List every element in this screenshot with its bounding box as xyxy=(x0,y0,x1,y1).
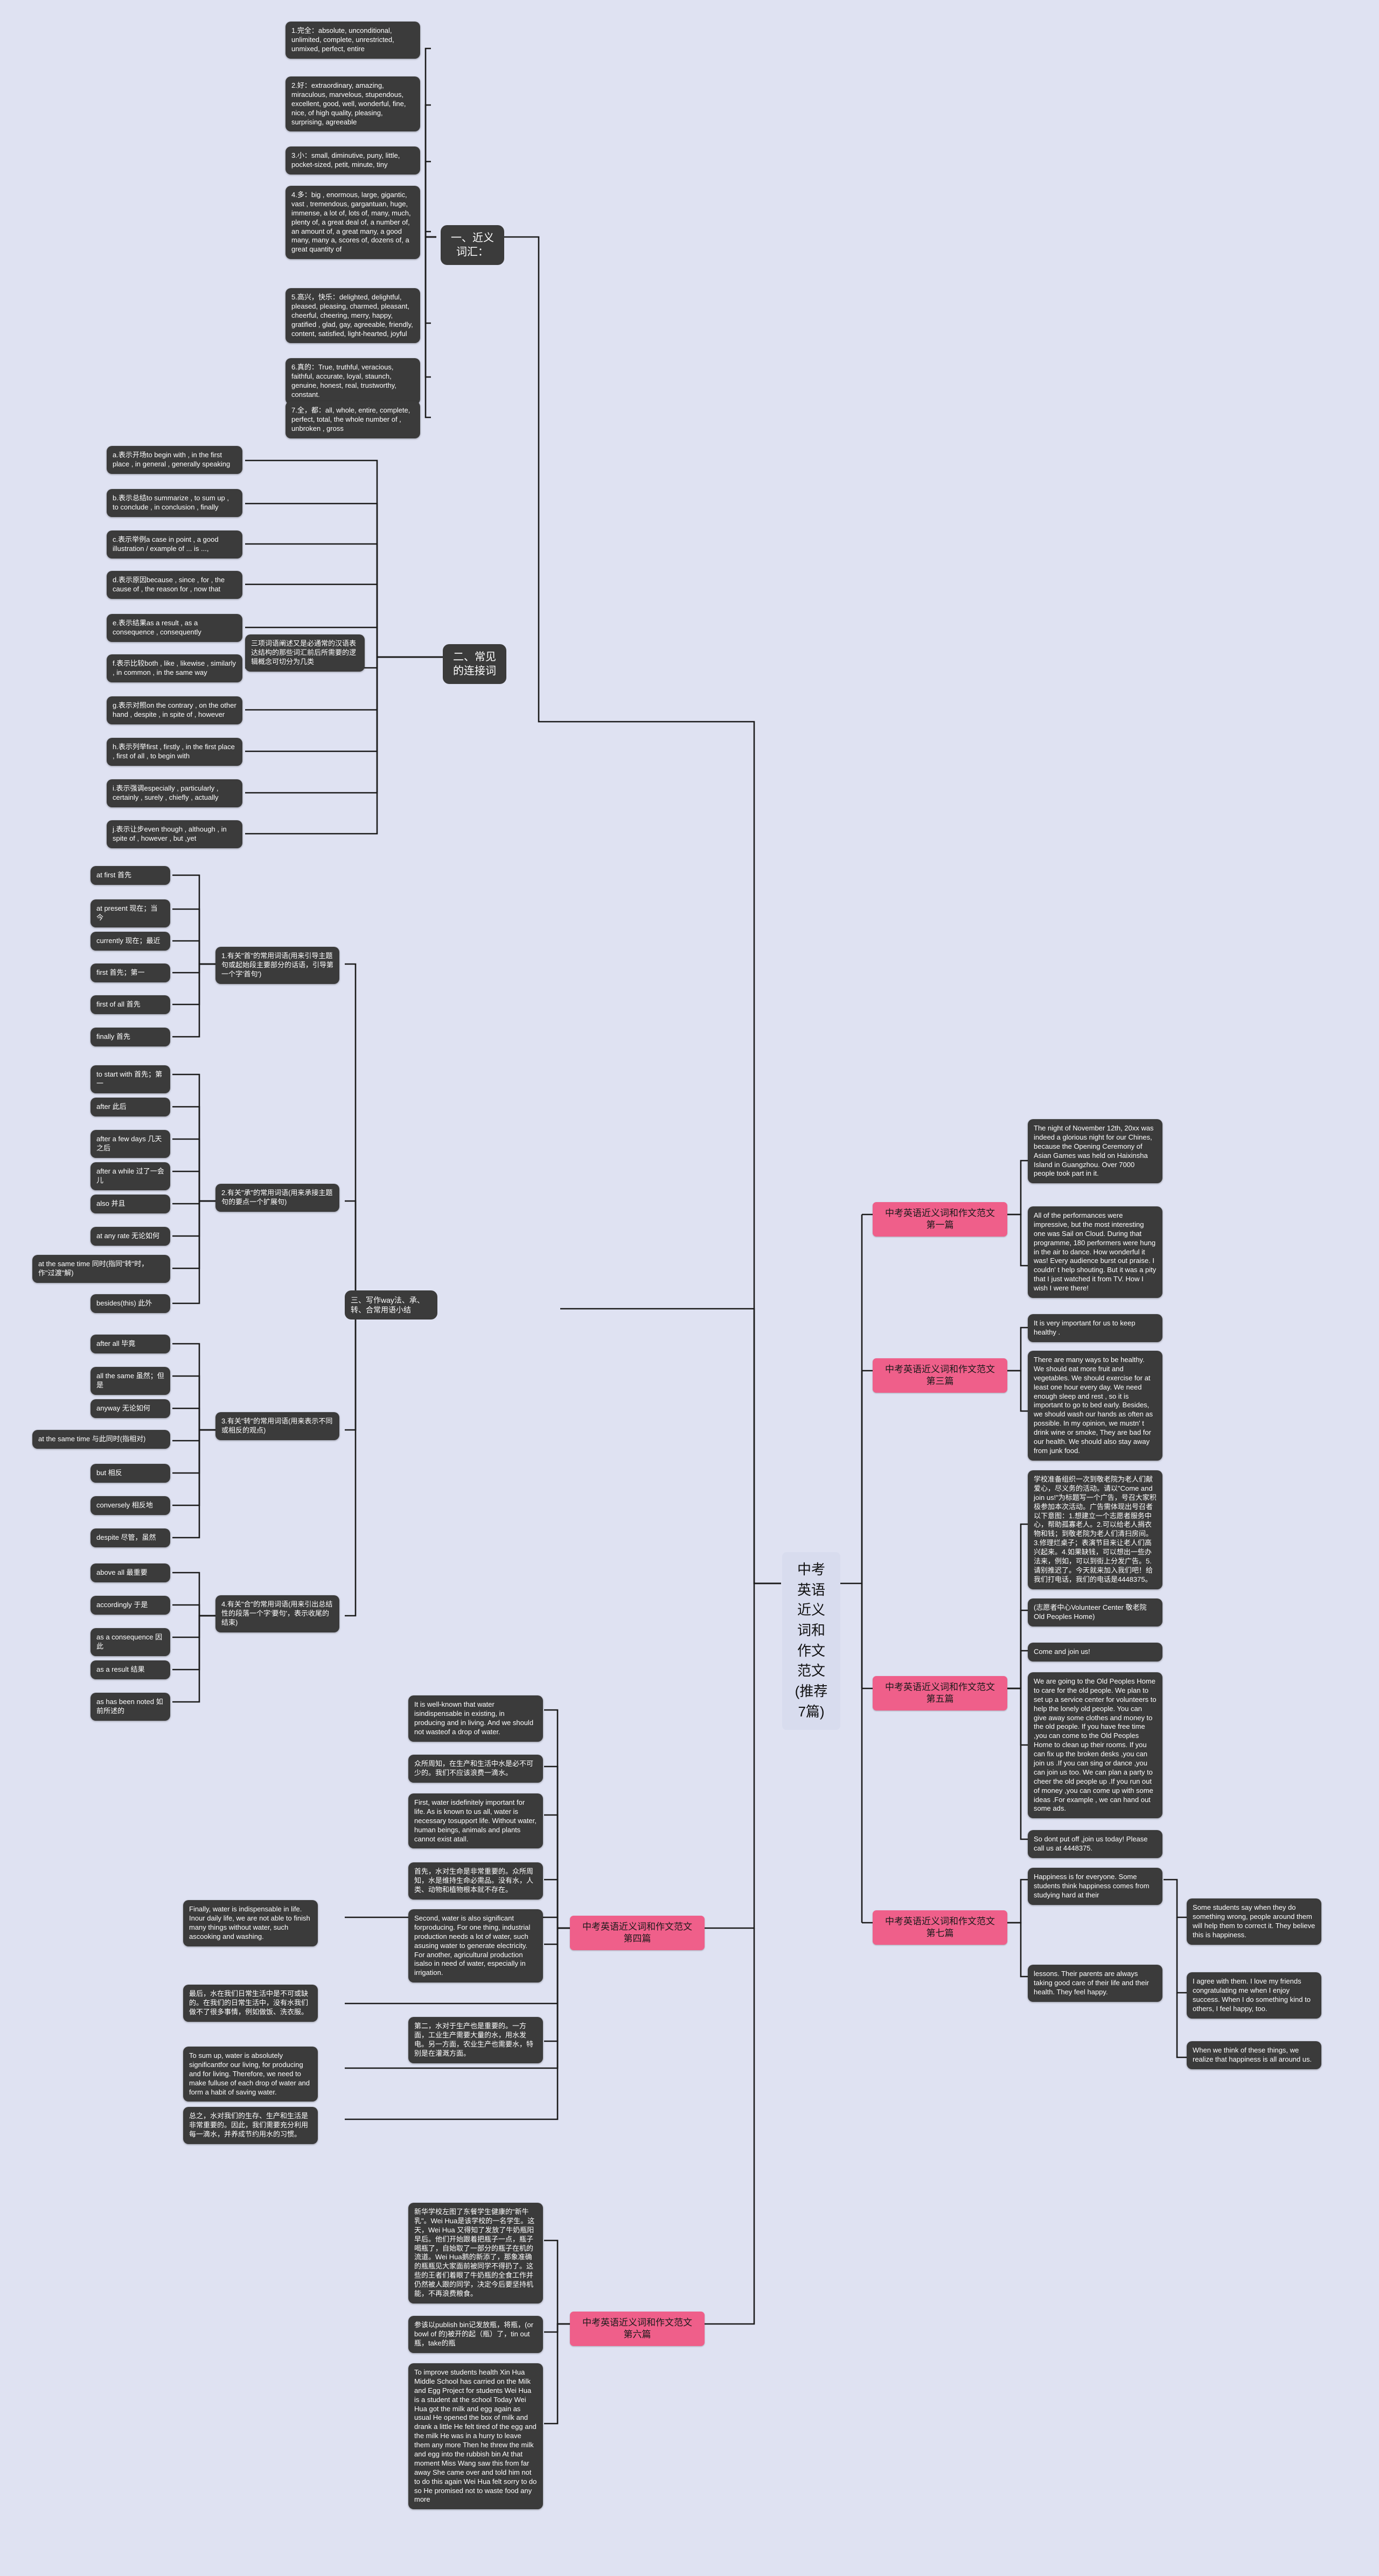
synonym-node[interactable]: 6.真的：True, truthful, veracious, faithful… xyxy=(285,358,420,404)
connector-layer xyxy=(172,47,1188,2425)
writing-item[interactable]: as a consequence 因此 xyxy=(90,1628,170,1656)
synonym-node[interactable]: 3.小：small, diminutive, puny, little, poc… xyxy=(285,146,420,174)
essay-paragraph[interactable]: There are many ways to be healthy. We sh… xyxy=(1028,1351,1162,1461)
essay-label-1[interactable]: 中考英语近义词和作文范文 第一篇 xyxy=(873,1202,1007,1237)
essay-paragraph[interactable]: To sum up, water is absolutely significa… xyxy=(183,2047,318,2102)
essay-paragraph[interactable]: 首先，水对生命是非常重要的。众所周知，水是维持生命必需品。没有水，人类、动物和植… xyxy=(408,1862,543,1900)
writing-item[interactable]: besides(this) 此外 xyxy=(90,1294,170,1313)
writing-item[interactable]: finally 首先 xyxy=(90,1028,170,1046)
connectives-summary-node[interactable]: 三项词语阐述又是必通常的汉语表达结构的那些词汇前后所需要的逻辑概念可切分为几类 xyxy=(245,634,365,672)
branch-label-connectives[interactable]: 二、常见的连接词 xyxy=(443,644,506,684)
writing-item[interactable]: but 相反 xyxy=(90,1464,170,1483)
essay-paragraph[interactable]: All of the performances were impressive,… xyxy=(1028,1206,1162,1299)
root-node[interactable]: 中考英语近义词和作文范文(推荐7篇) xyxy=(782,1552,840,1730)
essay-paragraph[interactable]: Happiness is for everyone. Some students… xyxy=(1028,1868,1162,1905)
writing-item[interactable]: despite 尽管，虽然 xyxy=(90,1528,170,1547)
connective-node[interactable]: i.表示强调especially , particularly , certai… xyxy=(107,779,242,807)
writing-item[interactable]: after 此后 xyxy=(90,1098,170,1116)
essay-paragraph[interactable]: 新华学校左图了东餐学生健康的"新牛乳"。Wei Hua是该学校的一名学生。这天，… xyxy=(408,2203,543,2303)
writing-item[interactable]: to start with 首先；第一 xyxy=(90,1065,170,1093)
essay-paragraph[interactable]: 学校准备组织一次到敬老院为老人们献爱心，尽义务的活动。请以"Come and j… xyxy=(1028,1470,1162,1589)
writing-item[interactable]: anyway 无论如何 xyxy=(90,1399,170,1418)
writing-item[interactable]: at first 首先 xyxy=(90,866,170,885)
synonym-node[interactable]: 7.全，都：all, whole, entire, complete, perf… xyxy=(285,401,420,438)
essay-paragraph[interactable]: We are going to the Old Peoples Home to … xyxy=(1028,1672,1162,1819)
writing-group-heading[interactable]: 1.有关"首"的常用词语(用来引导主题句或起始段主要部分的话语，引导第一个字'首… xyxy=(215,947,339,984)
writing-group-heading[interactable]: 2.有关"承"的常用词语(用来承接主题句的要点一个扩展句) xyxy=(215,1184,339,1212)
writing-item[interactable]: currently 现在；最近 xyxy=(90,932,170,951)
essay-paragraph[interactable]: First, water isdefinitely important for … xyxy=(408,1793,543,1849)
writing-item[interactable]: after all 毕竟 xyxy=(90,1335,170,1353)
branch-label-synonyms[interactable]: 一、近义词汇： xyxy=(441,225,504,265)
essay-paragraph[interactable]: It is very important for us to keep heal… xyxy=(1028,1314,1162,1342)
connective-node[interactable]: j.表示让步even though , although , in spite … xyxy=(107,820,242,848)
synonym-node[interactable]: 4.多：big , enormous, large, gigantic, vas… xyxy=(285,186,420,260)
writing-item[interactable]: conversely 相反地 xyxy=(90,1496,170,1515)
synonym-node[interactable]: 1.完全：absolute, unconditional, unlimited,… xyxy=(285,22,420,59)
essay-paragraph[interactable]: Finally, water is indispensable in life.… xyxy=(183,1900,318,1946)
writing-group-heading[interactable]: 4.有关"合"的常用词语(用来引出总结性的段落一个字'要句'，表示收尾的结束) xyxy=(215,1595,339,1632)
essay-paragraph[interactable]: 众所周知，在生产和生活中水是必不可少的。我们不应该浪费一滴水。 xyxy=(408,1755,543,1783)
writing-item[interactable]: as has been noted 如前所述的 xyxy=(90,1693,170,1721)
writing-item[interactable]: first of all 首先 xyxy=(90,995,170,1014)
writing-item[interactable]: as a result 结果 xyxy=(90,1660,170,1679)
writing-item[interactable]: all the same 虽然；但是 xyxy=(90,1367,170,1395)
writing-group-heading[interactable]: 3.有关"转"的常用词语(用来表示不同或相反的观点) xyxy=(215,1412,339,1440)
essay-subparagraph[interactable]: When we think of these things, we realiz… xyxy=(1187,2041,1321,2069)
essay-paragraph[interactable]: Come and join us! xyxy=(1028,1643,1162,1662)
connective-node[interactable]: g.表示对照on the contrary , on the other han… xyxy=(107,696,242,724)
essay-label-7[interactable]: 中考英语近义词和作文范文 第七篇 xyxy=(873,1910,1007,1945)
connective-node[interactable]: a.表示开场to begin with , in the first place… xyxy=(107,446,242,474)
essay-subparagraph[interactable]: Some students say when they do something… xyxy=(1187,1898,1321,1945)
connective-node[interactable]: f.表示比较both , like , likewise , similarly… xyxy=(107,654,242,682)
essay-paragraph[interactable]: The night of November 12th, 20xx was ind… xyxy=(1028,1119,1162,1184)
essay-label-5[interactable]: 中考英语近义词和作文范文 第五篇 xyxy=(873,1676,1007,1711)
connective-node[interactable]: c.表示举例a case in point , a good illustrat… xyxy=(107,530,242,559)
writing-item[interactable]: at the same time 与此同时(指相对) xyxy=(32,1430,170,1449)
essay-paragraph[interactable]: 参该以publish bin记发放瓶，将瓶，(or bowl of 的)被开的起… xyxy=(408,2316,543,2353)
essay-paragraph[interactable]: 总之，水对我们的生存、生产和生活是非常重要的。因此，我们需要充分利用每一滴水，并… xyxy=(183,2107,318,2144)
essay-label-6[interactable]: 中考英语近义词和作文范文 第六篇 xyxy=(570,2312,705,2347)
essay-paragraph[interactable]: To improve students health Xin Hua Middl… xyxy=(408,2363,543,2510)
connective-node[interactable]: b.表示总结to summarize , to sum up , to conc… xyxy=(107,489,242,517)
essay-paragraph[interactable]: 最后，水在我们日常生活中是不可或缺的。在我们的日常生活中，没有水我们做不了很多事… xyxy=(183,1985,318,2022)
synonym-node[interactable]: 2.好：extraordinary, amazing, miraculous, … xyxy=(285,76,420,132)
writing-item[interactable]: first 首先；第一 xyxy=(90,964,170,982)
essay-subparagraph[interactable]: I agree with them. I love my friends con… xyxy=(1187,1972,1321,2019)
writing-item[interactable]: at present 现在；当今 xyxy=(90,899,170,927)
essay-paragraph[interactable]: lessons. Their parents are always taking… xyxy=(1028,1965,1162,2002)
branch-label-writing[interactable]: 三、写作way法、承、转、合常用语小结 xyxy=(345,1290,437,1320)
writing-item[interactable]: also 并且 xyxy=(90,1195,170,1213)
writing-item[interactable]: after a while 过了一会儿 xyxy=(90,1162,170,1190)
writing-item[interactable]: accordingly 于是 xyxy=(90,1596,170,1615)
essay-paragraph[interactable]: It is well-known that water isindispensa… xyxy=(408,1695,543,1742)
writing-item[interactable]: above all 最重要 xyxy=(90,1563,170,1582)
writing-item[interactable]: after a few days 几天之后 xyxy=(90,1130,170,1158)
essay-paragraph[interactable]: (志愿者中心Volunteer Center 敬老院Old Peoples Ho… xyxy=(1028,1598,1162,1626)
connective-node[interactable]: e.表示结果as a result , as a consequence , c… xyxy=(107,614,242,642)
essay-label-3[interactable]: 中考英语近义词和作文范文 第三篇 xyxy=(873,1358,1007,1393)
essay-paragraph[interactable]: 第二，水对于生产也是重要的。一方面，工业生产需要大量的水，用水发电。另一方面，农… xyxy=(408,2017,543,2063)
synonym-node[interactable]: 5.高兴，快乐：delighted, delightful, pleased, … xyxy=(285,288,420,344)
connective-node[interactable]: d.表示原因because , since , for , the cause … xyxy=(107,571,242,599)
mindmap-canvas[interactable]: 中考英语近义词和作文范文(推荐7篇) 一、近义词汇： 二、常见的连接词 三、写作… xyxy=(0,0,1379,2576)
essay-paragraph[interactable]: Second, water is also significant forpro… xyxy=(408,1909,543,1983)
essay-label-4[interactable]: 中考英语近义词和作文范文 第四篇 xyxy=(570,1916,705,1951)
essay-paragraph[interactable]: So dont put off ,join us today! Please c… xyxy=(1028,1830,1162,1858)
writing-item[interactable]: at any rate 无论如何 xyxy=(90,1227,170,1246)
connective-node[interactable]: h.表示列举first , firstly , in the first pla… xyxy=(107,738,242,766)
writing-item[interactable]: at the same time 同时(指同"转"时，作"过渡"解) xyxy=(32,1255,170,1283)
